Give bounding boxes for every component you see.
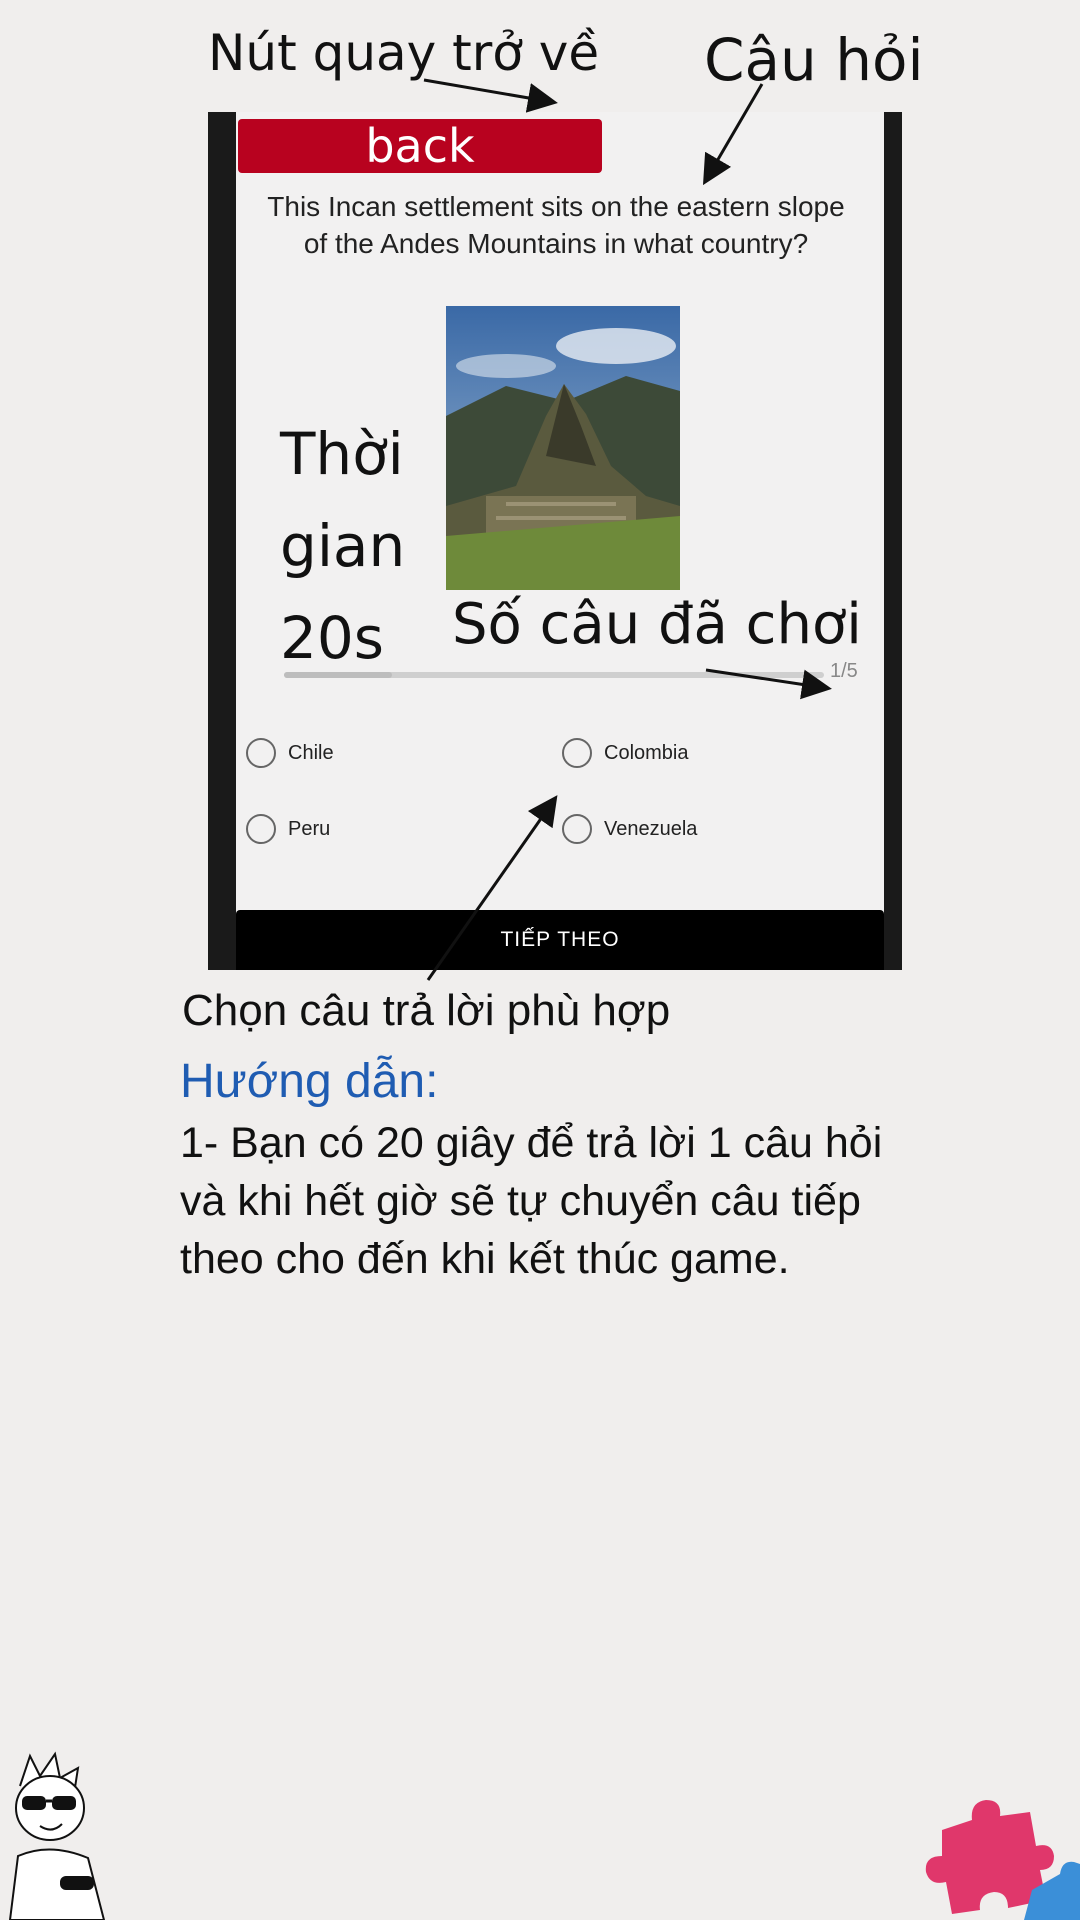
- puzzle-pieces-icon: [912, 1790, 1080, 1920]
- arrow-to-question: [702, 83, 764, 186]
- arrow-to-back: [423, 78, 558, 113]
- annotation-arrows: [423, 78, 832, 981]
- answer-annotation-label: Chọn câu trả lời phù hợp: [182, 986, 671, 1035]
- mascot-illustration: [0, 1746, 110, 1920]
- arrow-to-counter: [705, 668, 832, 700]
- arrow-to-options: [426, 795, 558, 981]
- guide-body: 1- Bạn có 20 giây để trả lời 1 câu hỏi v…: [180, 1119, 883, 1283]
- guide-title: Hướng dẫn:: [180, 1055, 439, 1108]
